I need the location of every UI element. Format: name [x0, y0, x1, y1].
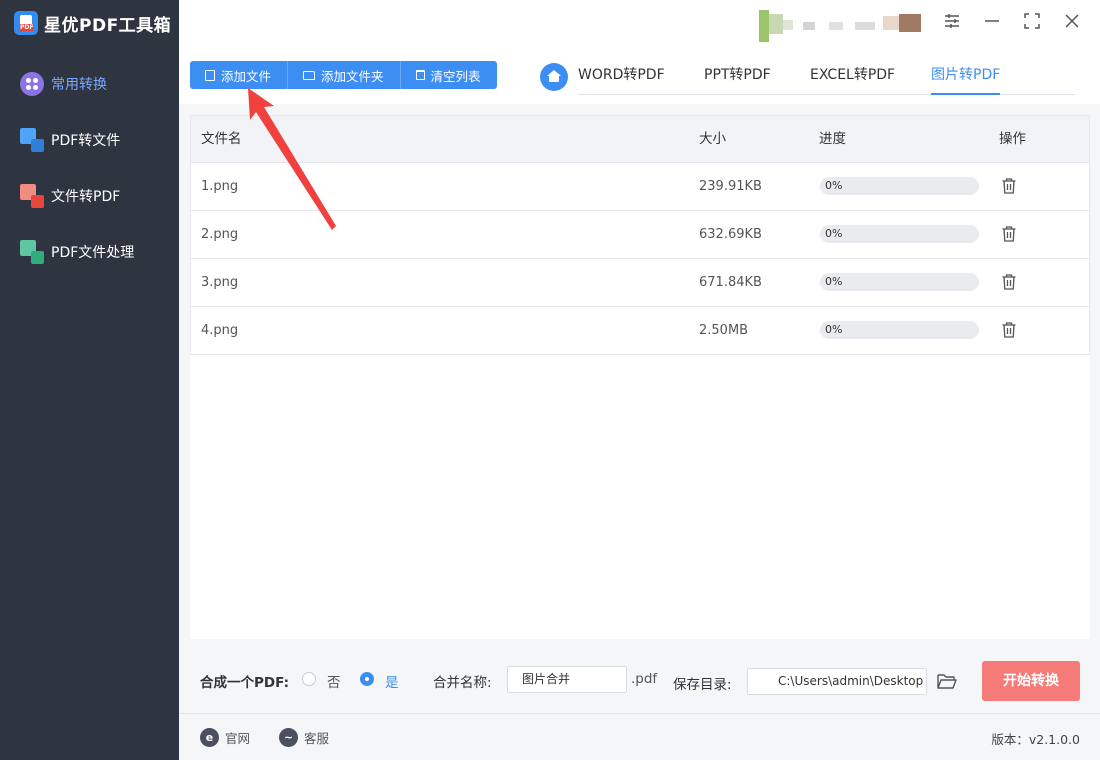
tab-word-to-pdf[interactable]: WORD转PDF	[578, 56, 665, 94]
sidebar-item-label: 常用转换	[51, 77, 107, 93]
tab-excel-to-pdf[interactable]: EXCEL转PDF	[810, 56, 895, 94]
file-icon	[205, 69, 215, 81]
convert-tabs: WORD转PDF PPT转PDF EXCEL转PDF 图片转PDF	[578, 56, 1075, 95]
maximize-icon[interactable]	[1021, 12, 1043, 34]
table-row[interactable]: 2.png 632.69KB 0%	[190, 211, 1090, 259]
start-convert-button[interactable]: 开始转换	[982, 661, 1080, 701]
merge-yes-radio[interactable]	[360, 672, 374, 686]
table-header: 文件名 大小 进度 操作	[190, 115, 1090, 163]
table-row[interactable]: 3.png 671.84KB 0%	[190, 259, 1090, 307]
file-size: 2.50MB	[699, 323, 749, 338]
table-row[interactable]: 4.png 2.50MB 0%	[190, 307, 1090, 355]
file-size: 239.91KB	[699, 179, 762, 194]
add-file-button[interactable]: 添加文件	[190, 61, 289, 89]
header-progress: 进度	[819, 131, 846, 147]
file-size: 632.69KB	[699, 227, 762, 242]
file-table: 文件名 大小 进度 操作 1.png 239.91KB 0% 2.png 632.69K…	[190, 115, 1090, 639]
progress-text: 0%	[825, 323, 843, 336]
delete-row-icon[interactable]	[1002, 226, 1016, 242]
version-info: 版本：v2.1.0.0	[991, 729, 1080, 748]
grid-dots-icon	[20, 72, 44, 96]
save-dir-input[interactable]: C:\Users\admin\Desktop	[747, 668, 927, 695]
delete-row-icon[interactable]	[1002, 322, 1016, 338]
header-size: 大小	[699, 131, 726, 147]
progress-bar: 0%	[820, 321, 979, 339]
file-name: 1.png	[201, 179, 239, 194]
sidebar-item-common-convert[interactable]: 常用转换	[0, 64, 179, 104]
merge-name-input[interactable]: 图片合并	[507, 666, 627, 693]
top-bar: 添加文件 添加文件夹 清空列表 WORD转PDF PPT转PDF EXCEL转P…	[179, 0, 1100, 104]
trash-icon	[415, 70, 425, 80]
file-name: 4.png	[201, 323, 239, 338]
delete-row-icon[interactable]	[1002, 274, 1016, 290]
support-link[interactable]: ~ 客服	[279, 726, 329, 748]
clear-list-label: 清空列表	[430, 68, 481, 84]
add-folder-button[interactable]: 添加文件夹	[288, 61, 401, 89]
minimize-icon[interactable]	[981, 12, 1003, 34]
progress-bar: 0%	[820, 273, 979, 291]
file-name: 3.png	[201, 275, 239, 290]
tab-image-to-pdf[interactable]: 图片转PDF	[931, 56, 1001, 95]
support-label: 客服	[304, 730, 330, 746]
merge-pdf-label: 合成一个PDF:	[200, 675, 289, 691]
website-link[interactable]: e 官网	[200, 726, 250, 748]
delete-row-icon[interactable]	[1002, 178, 1016, 194]
progress-bar: 0%	[820, 225, 979, 243]
version-label: 版本：	[991, 732, 1029, 747]
merge-ext-label: .pdf	[631, 671, 658, 687]
footer: e 官网 ~ 客服 版本：v2.1.0.0	[179, 713, 1100, 760]
header-action: 操作	[999, 131, 1026, 147]
pdf-process-icon	[20, 240, 44, 264]
app-logo-icon	[14, 11, 38, 35]
merge-yes-label: 是	[385, 675, 399, 691]
table-row[interactable]: 1.png 239.91KB 0%	[190, 163, 1090, 211]
folder-icon	[303, 70, 316, 80]
header-name: 文件名	[201, 131, 242, 147]
progress-text: 0%	[825, 275, 843, 288]
close-icon[interactable]	[1061, 12, 1083, 34]
sidebar-item-label: PDF转文件	[51, 133, 121, 149]
file-name: 2.png	[201, 227, 239, 242]
version-value: v2.1.0.0	[1028, 732, 1080, 747]
sidebar-item-label: 文件转PDF	[51, 189, 121, 205]
sidebar-item-pdf-process[interactable]: PDF文件处理	[0, 232, 179, 272]
pdf-to-file-icon	[20, 128, 44, 152]
chat-bubble-icon: ~	[279, 727, 298, 747]
sidebar-item-file-to-pdf[interactable]: 文件转PDF	[0, 176, 179, 216]
file-size: 671.84KB	[699, 275, 762, 290]
add-folder-label: 添加文件夹	[321, 68, 384, 84]
sidebar-item-label: PDF文件处理	[51, 245, 135, 261]
merge-no-label: 否	[327, 675, 341, 691]
file-toolbar: 添加文件 添加文件夹 清空列表	[190, 61, 497, 89]
settings-bar: 合成一个PDF: 否 是 合并名称: 图片合并 .pdf 保存目录: C:\Us…	[179, 651, 1100, 713]
website-label: 官网	[225, 730, 251, 746]
file-to-pdf-icon	[20, 184, 44, 208]
sidebar: 星优PDF工具箱 常用转换 PDF转文件 文件转PDF PDF文件处理	[0, 0, 179, 760]
add-file-label: 添加文件	[221, 68, 272, 84]
progress-bar: 0%	[820, 177, 979, 195]
merge-name-label: 合并名称:	[433, 675, 492, 691]
save-dir-label: 保存目录:	[673, 677, 732, 693]
folder-open-icon[interactable]	[937, 673, 957, 689]
progress-text: 0%	[825, 179, 843, 192]
merge-no-radio[interactable]	[302, 672, 316, 686]
sidebar-item-pdf-to-file[interactable]: PDF转文件	[0, 120, 179, 160]
brand: 星优PDF工具箱	[14, 10, 171, 36]
user-avatar[interactable]	[759, 10, 921, 42]
tab-ppt-to-pdf[interactable]: PPT转PDF	[704, 56, 771, 94]
globe-e-icon: e	[200, 727, 219, 747]
settings-sliders-icon[interactable]	[941, 12, 963, 34]
progress-text: 0%	[825, 227, 843, 240]
clear-list-button[interactable]: 清空列表	[401, 61, 497, 89]
home-icon[interactable]	[540, 63, 568, 91]
app-title: 星优PDF工具箱	[44, 15, 172, 36]
